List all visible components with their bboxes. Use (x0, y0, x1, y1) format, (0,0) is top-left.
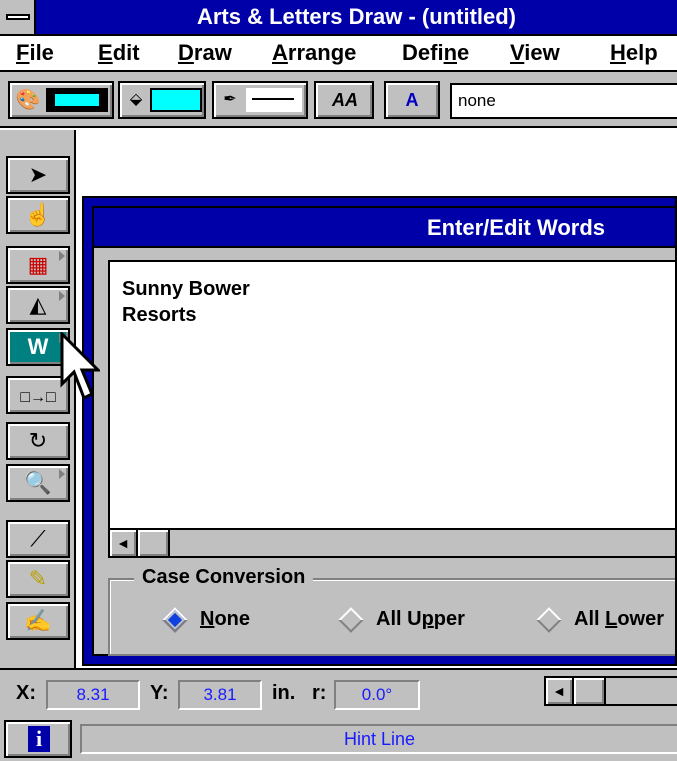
enter-edit-words-dialog: Enter/Edit Words Sunny Bower Resorts ◄ C… (82, 196, 677, 666)
info-icon: i (28, 726, 50, 752)
y-label: Y: (150, 682, 169, 704)
title-bar: Arts & Letters Draw - (untitled) (0, 0, 677, 36)
freehand-icon: ✍ (24, 608, 52, 633)
tool-symbols[interactable]: ▦ (6, 246, 70, 284)
text-horizontal-scrollbar[interactable]: ◄ (108, 528, 675, 558)
radio-none[interactable]: None (162, 604, 250, 634)
tool-rotate[interactable]: ↻ (6, 422, 70, 460)
type-color-icon: A (405, 90, 419, 110)
line-tool-icon: ⟋ (30, 526, 46, 551)
menu-draw[interactable]: Draw (178, 36, 232, 70)
type-style-button[interactable]: AA (314, 81, 374, 119)
y-coordinate: 3.81 (178, 680, 262, 710)
case-conversion-group: Case Conversion None All Upper All Lower (108, 566, 675, 656)
left-arrow-icon: ◄ (552, 683, 566, 699)
tool-freehand[interactable]: ✍ (6, 602, 70, 640)
blend-icon: □→□ (20, 389, 56, 406)
rotate-icon: ↻ (28, 428, 48, 453)
line-fill-button[interactable]: ⬙ (118, 81, 206, 119)
radio-all-lower[interactable]: All Lower (536, 604, 664, 634)
scroll-thumb[interactable] (574, 678, 606, 704)
tool-zoom[interactable]: 🔍 (6, 464, 70, 502)
radio-unselected-icon (536, 606, 562, 633)
shapes-icon: ◭ (29, 292, 47, 317)
line-fill-swatch (150, 88, 202, 112)
status-area: X: 8.31 Y: 3.81 in. r: 0.0° ◄ i Hint Lin… (0, 668, 677, 761)
menu-define[interactable]: Define (402, 36, 469, 70)
x-coordinate: 8.31 (46, 680, 140, 710)
dialog-body: Enter/Edit Words Sunny Bower Resorts ◄ C… (92, 206, 675, 656)
x-label: X: (16, 682, 36, 704)
radio-unselected-icon (338, 606, 364, 633)
menu-bar: File Edit Draw Arrange Define View Help (0, 36, 677, 72)
fill-color-button[interactable]: 🎨 (8, 81, 114, 119)
toolbar: 🎨 ⬙ ✒ AA A none (0, 72, 677, 128)
info-button[interactable]: i (4, 720, 72, 758)
r-label: r: (312, 682, 327, 704)
system-menu-button[interactable] (0, 0, 36, 34)
dialog-title: Enter/Edit Words (94, 208, 675, 248)
type-aa-icon: AA (332, 90, 358, 110)
hand-icon: ☝ (24, 202, 52, 227)
tool-select[interactable]: ➤ (6, 156, 70, 194)
menu-edit[interactable]: Edit (98, 36, 140, 70)
words-tool-label: W (27, 334, 49, 359)
mouse-cursor-icon (60, 332, 100, 401)
hint-line: Hint Line (80, 724, 677, 754)
units-label: in. (272, 682, 296, 704)
scroll-left-button[interactable]: ◄ (110, 530, 138, 556)
pen-icon: ✎ (28, 566, 48, 591)
system-menu-icon (6, 14, 30, 20)
menu-help[interactable]: Help (610, 36, 658, 70)
style-combo[interactable]: none (450, 83, 677, 119)
radio-selected-icon (162, 606, 188, 633)
tool-hand[interactable]: ☝ (6, 196, 70, 234)
type-color-button[interactable]: A (384, 81, 440, 119)
menu-file[interactable]: File (16, 36, 54, 70)
words-text-input[interactable]: Sunny Bower Resorts (108, 260, 675, 542)
palette-icon: 🎨 (15, 89, 41, 111)
window-title: Arts & Letters Draw - (untitled) (196, 4, 517, 29)
left-arrow-icon: ◄ (116, 535, 130, 551)
scroll-left-button[interactable]: ◄ (546, 678, 574, 704)
tool-line[interactable]: ⟋ (6, 520, 70, 558)
line-style-button[interactable]: ✒ (212, 81, 308, 119)
line-style-swatch (246, 88, 302, 112)
magnifier-icon: 🔍 (24, 470, 52, 495)
tool-shapes[interactable]: ◭ (6, 286, 70, 324)
symbols-icon: ▦ (27, 252, 49, 277)
radio-all-upper[interactable]: All Upper (338, 604, 465, 634)
paint-bucket-icon: ⬙ (129, 91, 143, 108)
scroll-thumb[interactable] (138, 530, 170, 556)
menu-view[interactable]: View (510, 36, 560, 70)
pen-nib-icon: ✒ (223, 91, 237, 108)
fill-swatch (46, 88, 108, 112)
status-horizontal-scrollbar[interactable]: ◄ (544, 676, 677, 706)
tool-pen[interactable]: ✎ (6, 560, 70, 598)
menu-arrange[interactable]: Arrange (272, 36, 356, 70)
case-conversion-label: Case Conversion (134, 566, 314, 589)
arrow-pointer-icon: ➤ (28, 162, 48, 187)
rotation-value: 0.0° (334, 680, 420, 710)
